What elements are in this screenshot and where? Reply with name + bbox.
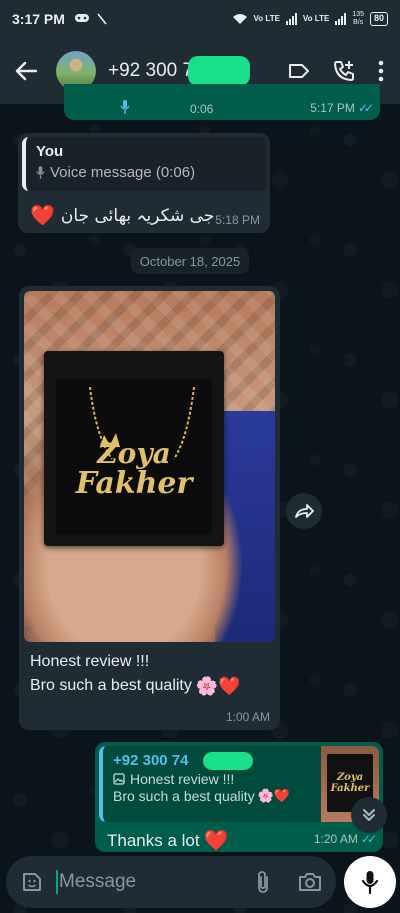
message-input[interactable]: Message <box>56 870 256 894</box>
label-icon <box>289 64 309 78</box>
read-ticks-icon: ✓✓ <box>360 832 377 846</box>
outgoing-reply-message[interactable]: +92 300 74 Honest review !!! Bro such a … <box>95 742 383 852</box>
mic-icon <box>36 166 45 179</box>
voice-record-button[interactable] <box>344 856 396 908</box>
date-divider: October 18, 2025 <box>131 248 249 274</box>
incoming-reply-message[interactable]: You Voice message (0:06) ❤️ جی شکریہ بھا… <box>18 133 270 233</box>
message-time: 1:00 AM <box>225 710 270 724</box>
more-options-button[interactable] <box>378 60 384 82</box>
sticker-button[interactable] <box>20 870 44 894</box>
message-text: Thanks a lot <box>107 830 200 850</box>
necklace-photo[interactable]: Zoya Fakher <box>24 291 275 642</box>
back-button[interactable] <box>10 55 42 87</box>
paperclip-icon <box>258 871 268 893</box>
label-button[interactable] <box>288 63 310 79</box>
camera-button[interactable] <box>298 872 322 892</box>
voice-duration: 0:06 <box>190 102 214 116</box>
volte-indicator-1: Vo LTE <box>253 14 280 23</box>
forward-button[interactable] <box>286 493 322 529</box>
necklace-name-text: Zoya Fakher <box>75 437 193 501</box>
sticker-icon <box>23 873 41 891</box>
nfc-icon <box>97 13 107 25</box>
quote-text: Voice message (0:06) <box>50 164 196 181</box>
mic-icon <box>361 871 379 894</box>
net-speed: 135 B/s <box>352 11 364 26</box>
wifi-icon <box>232 14 247 24</box>
forward-icon <box>295 504 314 518</box>
status-bar: 3:17 PM Vo LTE Vo LTE 135 B/s 80 <box>0 0 400 38</box>
message-time: 5:18 PM <box>215 213 260 227</box>
message-time: 5:17 PM <box>310 101 355 115</box>
mic-icon <box>120 100 130 114</box>
caption-line-1: Honest review !!! <box>30 653 150 670</box>
flower-heart-emojis: 🌸❤️ <box>257 788 291 803</box>
add-call-icon <box>334 61 354 81</box>
quoted-message[interactable]: You Voice message (0:06) <box>22 137 266 191</box>
double-chevron-down-icon <box>363 809 375 821</box>
image-icon <box>113 773 125 785</box>
message-composer: Message <box>6 856 336 908</box>
redaction-mark <box>203 752 253 770</box>
read-ticks-icon: ✓✓ <box>357 101 374 115</box>
camera-icon <box>299 873 321 891</box>
quote-line-1: Honest review !!! <box>130 771 235 787</box>
scroll-to-bottom-button[interactable] <box>351 797 387 833</box>
volte-indicator-2: Vo LTE <box>302 14 330 23</box>
heart-emoji: ❤️ <box>30 205 55 227</box>
status-time: 3:17 PM <box>12 11 65 27</box>
voice-message-bubble[interactable]: 0:06 5:17 PM ✓✓ <box>64 84 380 120</box>
attach-button[interactable] <box>256 870 270 894</box>
quote-author: You <box>36 143 64 160</box>
more-vert-icon <box>378 60 384 82</box>
quoted-message[interactable]: +92 300 74 Honest review !!! Bro such a … <box>99 746 379 822</box>
message-text: جی شکریہ بھائی جان <box>60 206 215 226</box>
caption-line-2: Bro such a best quality <box>30 677 192 694</box>
signal-icon <box>335 13 347 25</box>
battery-indicator: 80 <box>369 12 388 26</box>
signal-icon <box>285 13 297 25</box>
game-controller-icon <box>74 14 89 22</box>
flower-heart-emojis: 🌸❤️ <box>195 676 241 696</box>
quote-line-2: Bro such a best quality <box>113 788 255 804</box>
back-arrow-icon <box>15 61 37 81</box>
contact-name[interactable]: +92 300 7 <box>108 56 250 86</box>
add-call-button[interactable] <box>332 59 356 83</box>
redaction-mark <box>188 56 250 86</box>
heart-emoji: ❤️ <box>203 830 229 852</box>
message-time: 1:20 AM <box>313 832 358 846</box>
